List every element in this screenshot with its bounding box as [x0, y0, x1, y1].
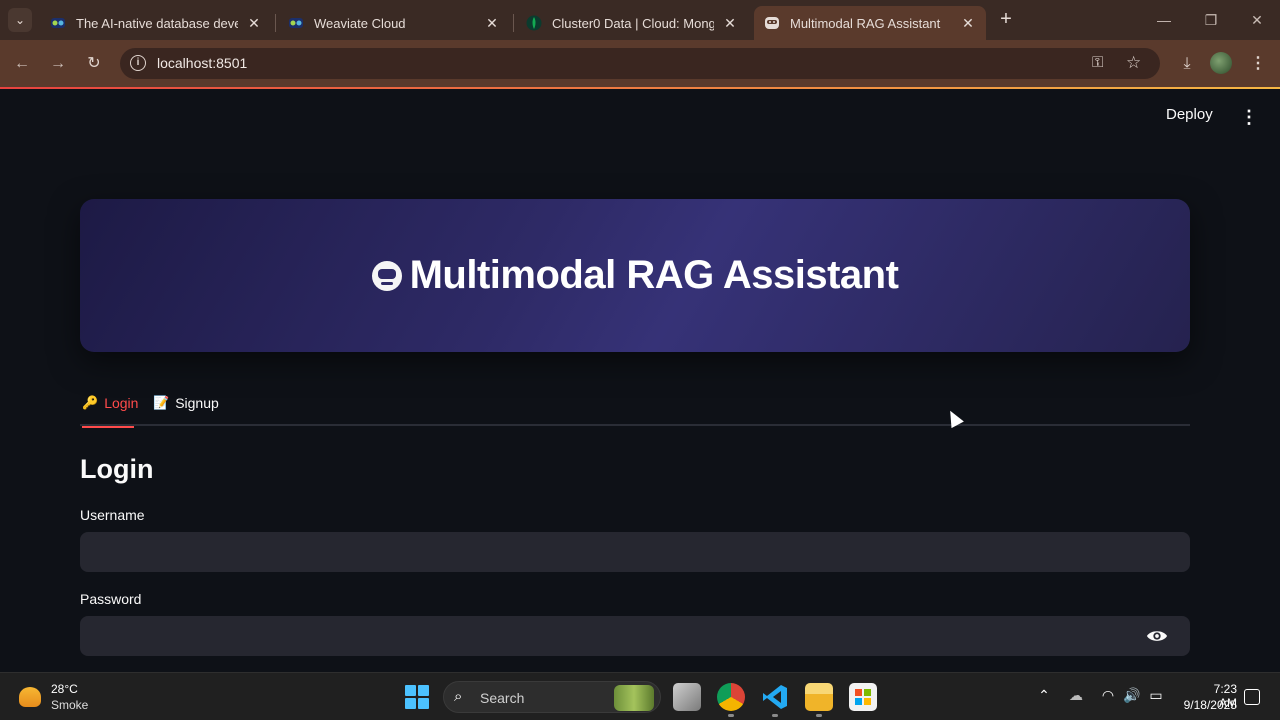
browser-tab-weaviate-cloud[interactable]: Weaviate Cloud ✕	[278, 6, 510, 40]
profile-avatar[interactable]	[1210, 52, 1232, 74]
minimize-icon: —	[1157, 12, 1171, 28]
main-menu-button[interactable]: ⋮	[1240, 106, 1258, 128]
mongodb-leaf-icon	[526, 15, 542, 31]
restore-icon: ❐	[1204, 12, 1218, 28]
tab-label: Login	[104, 395, 139, 411]
search-icon: ⌕	[454, 688, 463, 705]
browser-menu-button[interactable]: ⋮	[1246, 52, 1270, 76]
login-heading: Login	[80, 454, 154, 484]
robot-face-icon	[371, 260, 402, 291]
plus-icon: +	[1000, 8, 1012, 30]
taskbar-search[interactable]: ⌕ Search	[443, 681, 661, 713]
close-icon[interactable]: ✕	[484, 15, 500, 31]
browser-tab-active[interactable]: Multimodal RAG Assistant ✕	[754, 6, 986, 40]
auth-tabs: 🔑 Login 📝 Signup	[80, 392, 1190, 428]
browser-tab-weaviate-dev[interactable]: The AI-native database develop ✕	[40, 6, 272, 40]
weaviate-icon	[51, 18, 65, 28]
page-title: Multimodal RAG Assistant	[409, 253, 899, 297]
battery-icon[interactable]: ▭	[1146, 687, 1166, 704]
windows-start-icon[interactable]	[405, 685, 429, 709]
weather-condition[interactable]: Smoke	[51, 698, 88, 712]
search-highlight-image	[614, 685, 654, 711]
back-button[interactable]: ←	[10, 52, 34, 76]
wifi-icon[interactable]: ◠	[1098, 687, 1118, 704]
tab-login[interactable]: 🔑 Login	[82, 392, 138, 428]
vscode-icon[interactable]	[761, 683, 789, 711]
close-window-button[interactable]: ✕	[1245, 8, 1269, 32]
close-icon: ✕	[1251, 12, 1263, 28]
streamlit-icon	[765, 17, 779, 29]
task-view-icon[interactable]	[673, 683, 701, 711]
running-indicator	[728, 714, 734, 717]
show-password-eye-icon[interactable]	[1146, 626, 1168, 646]
tab-title: Multimodal RAG Assistant	[790, 15, 941, 31]
close-icon[interactable]: ✕	[246, 15, 262, 31]
reload-button[interactable]: ↻	[82, 52, 106, 76]
bookmark-star-icon[interactable]: ☆	[1126, 53, 1141, 73]
password-input[interactable]	[80, 616, 1190, 656]
kebab-menu-icon: ⋮	[1240, 107, 1258, 127]
weather-haze-icon[interactable]	[19, 687, 41, 707]
password-key-icon[interactable]: ⚿	[1092, 54, 1103, 71]
username-label: Username	[80, 507, 145, 523]
running-indicator	[816, 714, 822, 717]
url-text: localhost:8501	[157, 55, 248, 71]
weather-temperature[interactable]: 28°C	[51, 682, 78, 696]
tab-label: Signup	[175, 395, 219, 411]
password-label: Password	[80, 591, 142, 607]
minimize-window-button[interactable]: —	[1152, 8, 1176, 32]
forward-button[interactable]: →	[46, 52, 70, 76]
tab-title: The AI-native database develop	[76, 15, 238, 31]
tab-signup[interactable]: 📝 Signup	[153, 392, 219, 426]
streamlit-header-decoration	[0, 87, 1280, 89]
chevron-up-icon[interactable]: ⌃	[1034, 687, 1054, 704]
browser-tab-strip: ⌄ The AI-native database develop ✕ Weavi…	[0, 0, 1280, 40]
chevron-down-icon: ⌄	[14, 13, 26, 27]
tab-title: Cluster0 Data | Cloud: MongoDB	[552, 15, 714, 31]
kebab-menu-icon: ⋮	[1250, 55, 1266, 72]
tab-title: Weaviate Cloud	[314, 15, 406, 31]
restore-window-button[interactable]: ❐	[1199, 8, 1223, 32]
windows-taskbar: 28°C Smoke ⌕ Search ⌃ ☁ ◠ 🔊 ▭ 7:23 AM 9/…	[0, 672, 1280, 720]
tab-search-button[interactable]: ⌄	[8, 8, 32, 32]
address-bar[interactable]: i localhost:8501 ⚿ ☆	[120, 48, 1160, 79]
file-explorer-icon[interactable]	[805, 683, 833, 711]
browser-toolbar: ← → ↻ i localhost:8501 ⚿ ☆ ⤓ ⋮	[0, 40, 1280, 87]
weaviate-icon	[289, 18, 303, 28]
close-icon[interactable]: ✕	[960, 15, 976, 31]
reload-icon: ↻	[87, 55, 101, 72]
tab-separator	[513, 14, 514, 32]
downloads-button[interactable]: ⤓	[1175, 52, 1199, 76]
new-tab-button[interactable]: +	[994, 8, 1018, 32]
site-info-icon[interactable]: i	[130, 55, 146, 71]
arrow-right-icon: →	[50, 55, 66, 72]
username-input[interactable]	[80, 532, 1190, 572]
onedrive-cloud-icon[interactable]: ☁	[1066, 687, 1086, 704]
download-icon: ⤓	[1183, 55, 1191, 72]
key-icon: 🔑	[82, 395, 99, 410]
hero-content: Multimodal RAG Assistant	[371, 253, 899, 298]
deploy-button[interactable]: Deploy	[1166, 106, 1213, 128]
search-placeholder: Search	[480, 690, 525, 706]
chrome-icon[interactable]	[717, 683, 745, 711]
clock-date[interactable]: 9/18/2025	[1180, 698, 1237, 712]
hero-banner: Multimodal RAG Assistant	[80, 199, 1190, 352]
close-icon[interactable]: ✕	[722, 15, 738, 31]
tab-separator	[275, 14, 276, 32]
volume-icon[interactable]: 🔊	[1122, 687, 1142, 704]
microsoft-store-icon[interactable]	[849, 683, 877, 711]
running-indicator	[772, 714, 778, 717]
arrow-left-icon: ←	[14, 55, 30, 72]
browser-tab-mongodb[interactable]: Cluster0 Data | Cloud: MongoDB ✕	[516, 6, 748, 40]
notification-bell-icon[interactable]	[1244, 689, 1260, 705]
memo-icon: 📝	[153, 395, 170, 410]
